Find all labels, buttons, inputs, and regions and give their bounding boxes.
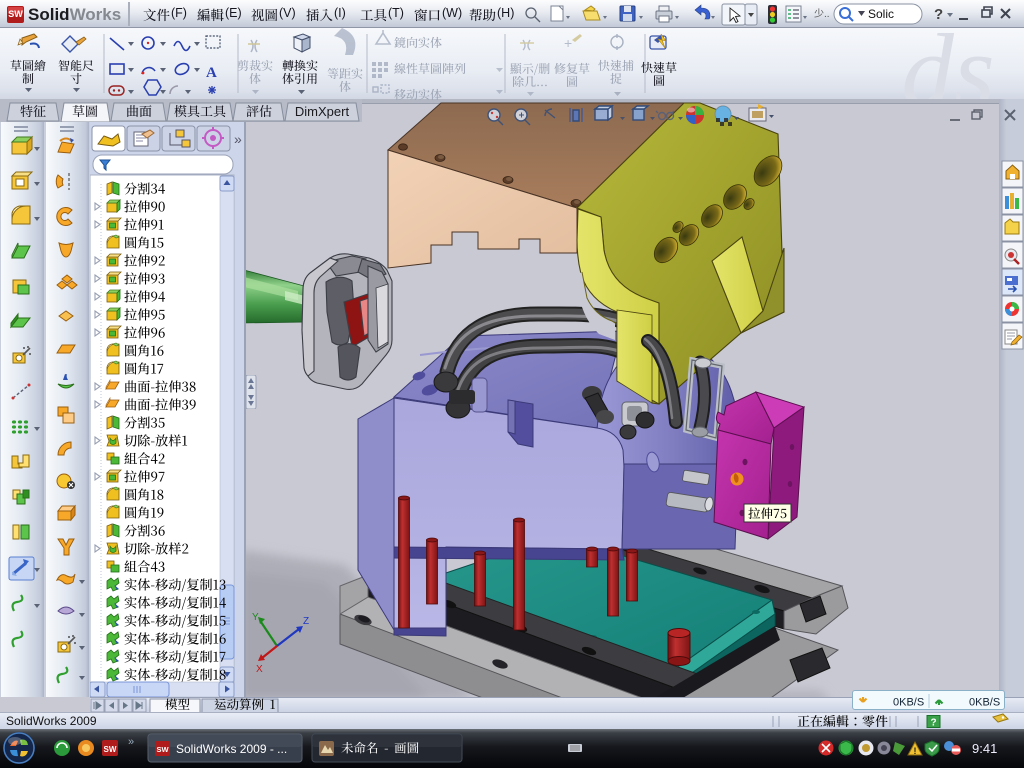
svg-text:0KB/S: 0KB/S <box>893 697 924 709</box>
svg-text:+: + <box>564 35 572 51</box>
svg-text:SolidWorks: SolidWorks <box>28 5 121 24</box>
svg-text:?: ? <box>934 6 943 23</box>
svg-text:!: ! <box>914 746 917 756</box>
svg-text:X: X <box>256 664 263 675</box>
svg-text:DimXpert: DimXpert <box>295 104 350 119</box>
svg-text:»: » <box>128 736 134 748</box>
svg-text:Solic: Solic <box>868 7 894 21</box>
svg-text:SW: SW <box>104 745 117 754</box>
svg-text:Z: Z <box>303 616 309 627</box>
svg-text:Y: Y <box>252 612 259 623</box>
svg-text:0KB/S: 0KB/S <box>969 697 1000 709</box>
svg-text:SW: SW <box>156 745 169 754</box>
svg-text:少..: 少.. <box>814 8 830 20</box>
svg-text:SW: SW <box>8 9 23 19</box>
svg-text:?: ? <box>930 718 936 729</box>
svg-text:ds: ds <box>901 28 994 99</box>
svg-text:9:41: 9:41 <box>972 741 997 756</box>
svg-text:A: A <box>206 65 217 81</box>
